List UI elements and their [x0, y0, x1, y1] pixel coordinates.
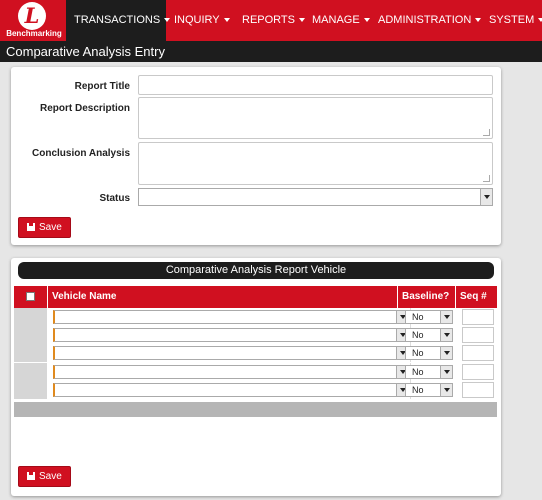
caret-down-icon — [363, 18, 370, 23]
page-title-bar: Comparative Analysis Entry — [0, 41, 542, 62]
select-all-checkbox[interactable] — [26, 292, 35, 301]
logo-wordmark: Benchmarking — [6, 29, 62, 38]
baseline-value: No — [412, 385, 424, 395]
conclusion-analysis-label: Conclusion Analysis — [32, 148, 130, 159]
row-select-cell[interactable] — [14, 344, 48, 362]
vehicle-section-header: Comparative Analysis Report Vehicle — [18, 262, 494, 279]
top-navigation-bar: L Benchmarking TRANSACTIONS INQUIRY REPO… — [0, 0, 542, 41]
seq-input[interactable] — [462, 345, 494, 361]
baseline-value: No — [412, 330, 424, 340]
chevron-down-icon[interactable] — [440, 347, 452, 359]
report-title-label: Report Title — [74, 81, 130, 92]
chevron-down-icon[interactable] — [480, 189, 492, 205]
vehicle-name-header-label: Vehicle Name — [52, 291, 117, 302]
nav-administration-label: ADMINISTRATION — [378, 14, 472, 26]
chevron-down-icon[interactable] — [440, 311, 452, 323]
nav-transactions-label: TRANSACTIONS — [74, 14, 161, 26]
status-label: Status — [99, 193, 130, 204]
nav-system[interactable]: SYSTEM — [489, 0, 542, 41]
nav-administration[interactable]: ADMINISTRATION — [378, 0, 482, 41]
report-description-textarea[interactable] — [138, 97, 493, 139]
nav-manage-label: MANAGE — [312, 14, 360, 26]
chevron-down-icon[interactable] — [440, 329, 452, 341]
baseline-header[interactable]: Baseline? — [398, 286, 456, 308]
caret-down-icon — [164, 18, 171, 23]
report-description-label: Report Description — [39, 103, 130, 114]
row-select-cell[interactable] — [14, 326, 48, 344]
caret-down-icon — [475, 18, 482, 23]
caret-down-icon — [538, 18, 542, 23]
baseline-value: No — [412, 312, 424, 322]
nav-inquiry[interactable]: INQUIRY — [174, 0, 230, 41]
vehicle-name-select[interactable] — [53, 383, 409, 397]
seq-input[interactable] — [462, 364, 494, 380]
baseline-select[interactable]: No — [405, 310, 453, 324]
nav-inquiry-label: INQUIRY — [174, 14, 220, 26]
nav-system-label: SYSTEM — [489, 14, 535, 26]
report-title-input[interactable] — [138, 75, 493, 95]
baseline-select[interactable]: No — [405, 346, 453, 360]
table-row: No — [14, 326, 497, 344]
vehicle-section-title: Comparative Analysis Report Vehicle — [165, 264, 347, 276]
nav-reports-label: REPORTS — [242, 14, 295, 26]
baseline-value: No — [412, 367, 424, 377]
logo-mark-icon: L — [18, 2, 46, 30]
seq-input[interactable] — [462, 382, 494, 398]
benchmarking-logo[interactable]: L Benchmarking — [0, 0, 66, 41]
table-row: No — [14, 308, 497, 326]
vehicle-name-select[interactable] — [53, 310, 409, 324]
chevron-down-icon[interactable] — [440, 384, 452, 396]
save-button-label: Save — [39, 222, 62, 233]
row-select-cell[interactable] — [14, 381, 48, 399]
baseline-header-label: Baseline? — [402, 291, 450, 302]
floppy-disk-icon — [27, 472, 35, 480]
vehicle-name-header[interactable]: Vehicle Name — [48, 286, 398, 308]
nav-transactions[interactable]: TRANSACTIONS — [66, 0, 171, 41]
nav-reports[interactable]: REPORTS — [242, 0, 305, 41]
baseline-value: No — [412, 348, 424, 358]
caret-down-icon — [223, 18, 230, 23]
seq-input[interactable] — [462, 327, 494, 343]
resize-handle-icon[interactable] — [483, 175, 490, 182]
select-all-header — [14, 286, 48, 308]
conclusion-analysis-textarea[interactable] — [138, 142, 493, 185]
seq-input[interactable] — [462, 309, 494, 325]
caret-down-icon — [298, 18, 305, 23]
seq-header[interactable]: Seq # — [456, 286, 497, 308]
nav-manage[interactable]: MANAGE — [312, 0, 370, 41]
page-title: Comparative Analysis Entry — [6, 44, 165, 59]
status-select[interactable] — [138, 188, 493, 206]
table-row: No — [14, 381, 497, 399]
baseline-select[interactable]: No — [405, 328, 453, 342]
table-footer — [14, 402, 497, 417]
save-vehicles-button-label: Save — [39, 471, 62, 482]
save-button[interactable]: Save — [18, 217, 71, 238]
save-vehicles-button[interactable]: Save — [18, 466, 71, 487]
vehicle-name-select[interactable] — [53, 365, 409, 379]
vehicle-name-select[interactable] — [53, 346, 409, 360]
resize-handle-icon[interactable] — [483, 129, 490, 136]
chevron-down-icon[interactable] — [440, 366, 452, 378]
table-row: No — [14, 344, 497, 362]
row-select-cell[interactable] — [14, 308, 48, 326]
seq-header-label: Seq # — [460, 291, 487, 302]
baseline-select[interactable]: No — [405, 383, 453, 397]
floppy-disk-icon — [27, 223, 35, 231]
vehicle-name-select[interactable] — [53, 328, 409, 342]
row-select-cell[interactable] — [14, 363, 48, 381]
table-row: No — [14, 363, 497, 381]
baseline-select[interactable]: No — [405, 365, 453, 379]
